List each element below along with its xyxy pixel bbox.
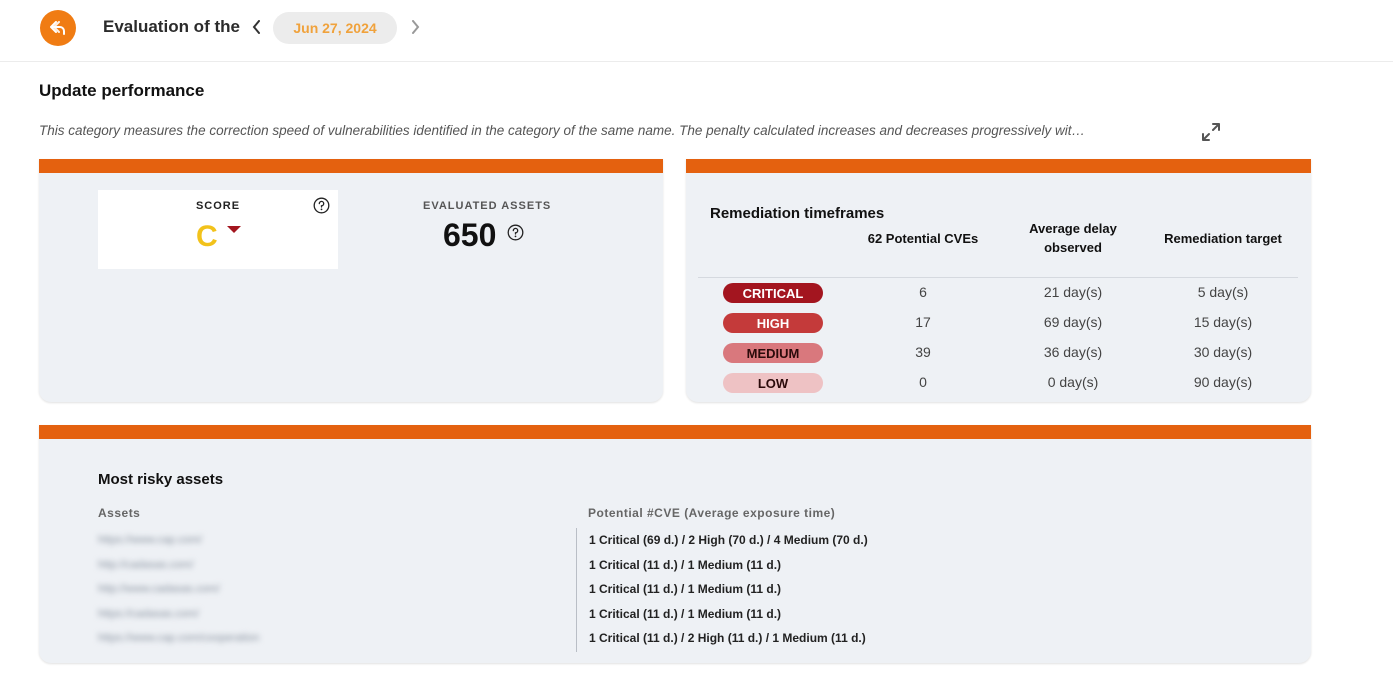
score-label: SCORE <box>195 200 241 212</box>
risky-assets-title: Most risky assets <box>98 471 224 488</box>
asset-link[interactable]: http://cadasas.com/ <box>98 559 193 571</box>
previous-date-button[interactable] <box>248 17 264 37</box>
medium-count: 39 <box>915 344 931 360</box>
severity-high-badge: HIGH <box>723 313 823 333</box>
cve-column-header: Potential #CVE (Average exposure time) <box>588 506 836 520</box>
score-help-icon[interactable] <box>313 197 330 214</box>
chevron-left-icon <box>252 20 260 34</box>
critical-avg-delay: 21 day(s) <box>1043 284 1103 300</box>
asset-link[interactable]: https://www.cap.com/ <box>98 534 202 546</box>
section-description: This category measures the correction sp… <box>39 123 1086 138</box>
header-potential-cves: 62 Potential CVEs <box>867 231 979 246</box>
remediation-card: Remediation timeframes 62 Potential CVEs… <box>686 159 1311 402</box>
back-button[interactable] <box>40 10 76 46</box>
critical-count: 6 <box>919 284 927 300</box>
table-divider <box>698 277 1298 278</box>
assets-help-icon[interactable] <box>507 224 524 241</box>
column-separator <box>576 528 577 652</box>
evaluated-assets-count: 650 <box>443 217 497 253</box>
high-avg-delay: 69 day(s) <box>1043 314 1103 330</box>
low-count: 0 <box>919 374 927 390</box>
medium-target: 30 day(s) <box>1193 344 1253 360</box>
assets-column-header: Assets <box>98 506 141 520</box>
score-grade: C <box>196 220 218 253</box>
date-selector[interactable]: Jun 27, 2024 <box>273 12 397 44</box>
asset-cve-summary: 1 Critical (11 d.) / 1 Medium (11 d.) <box>589 582 782 596</box>
top-bar: Evaluation of the Jun 27, 2024 <box>0 0 1393 62</box>
chevron-right-icon <box>411 20 419 34</box>
reply-arrow-icon <box>50 21 65 35</box>
evaluation-title: Evaluation of the <box>103 17 240 36</box>
score-card: SCORE C EVALUATED ASSETS 650 <box>39 159 663 402</box>
low-target: 90 day(s) <box>1193 374 1253 390</box>
risky-assets-card: Most risky assets Assets Potential #CVE … <box>39 425 1311 663</box>
header-remediation-target: Remediation target <box>1164 231 1282 246</box>
score-box: SCORE C <box>98 190 338 269</box>
asset-cve-summary: 1 Critical (11 d.) / 1 Medium (11 d.) <box>589 558 782 572</box>
severity-low-badge: LOW <box>723 373 823 393</box>
high-target: 15 day(s) <box>1193 314 1253 330</box>
trend-down-icon <box>227 226 241 233</box>
section-title: Update performance <box>39 81 205 100</box>
severity-medium-badge: MEDIUM <box>723 343 823 363</box>
medium-avg-delay: 36 day(s) <box>1043 344 1103 360</box>
expand-icon[interactable] <box>1200 121 1222 143</box>
next-date-button[interactable] <box>407 17 423 37</box>
critical-target: 5 day(s) <box>1197 284 1249 300</box>
remediation-title: Remediation timeframes <box>710 205 885 222</box>
low-avg-delay: 0 day(s) <box>1047 374 1099 390</box>
asset-link[interactable]: https://www.cap.com/cooperation <box>98 632 259 644</box>
asset-cve-summary: 1 Critical (11 d.) / 1 Medium (11 d.) <box>589 607 782 621</box>
high-count: 17 <box>915 314 931 330</box>
asset-cve-summary: 1 Critical (69 d.) / 2 High (70 d.) / 4 … <box>589 533 868 547</box>
evaluated-assets-label: EVALUATED ASSETS <box>423 200 552 212</box>
asset-link[interactable]: https://cadasas.com/ <box>98 608 199 620</box>
asset-link[interactable]: http://www.cadasas.com/ <box>98 583 220 595</box>
header-average-delay: Average delay observed <box>1029 221 1117 255</box>
asset-cve-summary: 1 Critical (11 d.) / 2 High (11 d.) / 1 … <box>589 631 866 645</box>
severity-critical-badge: CRITICAL <box>723 283 823 303</box>
